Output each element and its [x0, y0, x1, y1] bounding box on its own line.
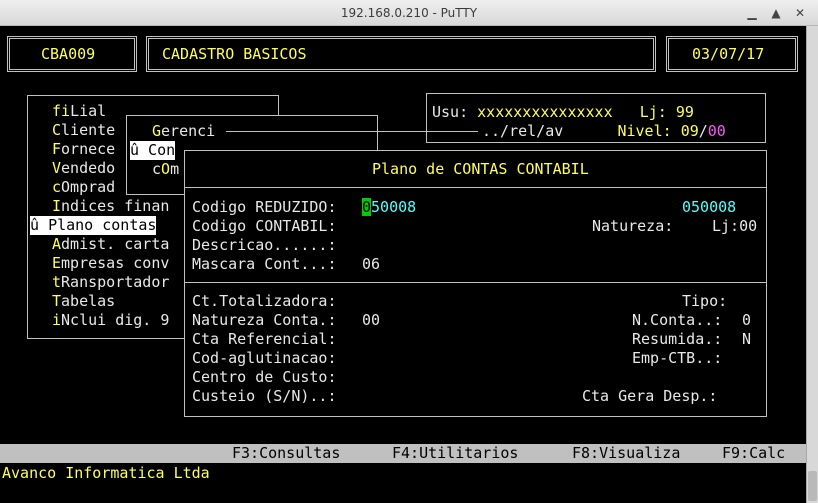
- cta-gera-desp-label: Cta Gera Desp.:: [582, 387, 718, 405]
- dialog-section-divider: [185, 282, 766, 283]
- scrollbar[interactable]: [806, 26, 818, 503]
- fkey-f9-calc[interactable]: F9:Calc: [722, 444, 785, 463]
- terminal-screen[interactable]: CBA009 CADASTRO BASICOS 03/07/17 fiLial …: [0, 26, 806, 503]
- mascara-value[interactable]: 06: [362, 255, 380, 274]
- dialog-title-divider: [185, 187, 766, 188]
- natureza-label: Natureza:: [592, 217, 674, 235]
- text-cursor: 0: [362, 198, 372, 216]
- centro-custo-label: Centro de Custo:: [192, 368, 337, 386]
- descricao-label: Descricao......:: [192, 236, 337, 254]
- cod-aglutinacao-label: Cod-aglutinacao:: [192, 349, 337, 367]
- fkey-f3-consultas[interactable]: F3:Consultas: [232, 444, 340, 463]
- menu-item-tabelas[interactable]: Tabelas: [52, 292, 115, 311]
- scrollbar-thumb[interactable]: [808, 471, 817, 501]
- custeio-label: Custeio (S/N)..:: [192, 387, 337, 405]
- natureza-conta-label: Natureza Conta.:: [192, 311, 337, 329]
- minimize-icon[interactable]: ▁: [742, 3, 762, 23]
- program-code: CBA009: [41, 45, 96, 63]
- resumida-label: Resumida.:: [632, 330, 723, 348]
- dialog-title: Plano de CONTAS CONTABIL: [372, 160, 589, 178]
- fkey-f4-utilitarios[interactable]: F4:Utilitarios: [392, 444, 518, 463]
- menu-item-fornecedor[interactable]: Fornece: [52, 140, 115, 159]
- user-line: Usu: xxxxxxxxxxxxxxx Lj: 99: [432, 103, 694, 121]
- close-icon[interactable]: ✕: [790, 3, 810, 23]
- menu-item-admist-carta[interactable]: Admist. carta: [52, 235, 169, 254]
- fkey-f8-visualiza[interactable]: F8:Visualiza: [572, 444, 680, 463]
- cod-reduzido-label: Codigo REDUZIDO:: [192, 198, 337, 216]
- cod-reduzido-field[interactable]: 050008: [362, 198, 416, 217]
- natureza-conta-value[interactable]: 00: [362, 311, 380, 330]
- mascara-label: Mascara Cont...:: [192, 255, 337, 273]
- menu-item-indices[interactable]: Indices finan: [52, 197, 169, 216]
- screen-title: CADASTRO BASICOS: [162, 45, 307, 63]
- tipo-label: Tipo:: [682, 292, 728, 310]
- menu-item-inclui-dig9[interactable]: iNclui dig. 9: [52, 311, 169, 330]
- submenu-item-contas-selected[interactable]: û Con: [130, 141, 176, 160]
- cta-referencial-label: Cta Referencial:: [192, 330, 337, 348]
- submenu-title: Gerenci: [152, 122, 216, 140]
- menu-item-empresas-conv[interactable]: Empresas conv: [52, 254, 169, 273]
- submenu-item-com[interactable]: cOm: [152, 160, 179, 179]
- menu-item-transportador[interactable]: tRansportador: [52, 273, 169, 292]
- window-title: 192.168.0.210 - PuTTY: [340, 6, 478, 20]
- menu-item-cliente[interactable]: Cliente: [52, 121, 115, 140]
- menu-item-comprador[interactable]: cOmprad: [52, 178, 115, 197]
- cod-reduzido-display: 050008: [682, 198, 737, 216]
- cod-contabil-label: Codigo CONTABIL:: [192, 217, 337, 235]
- menu-item-vendedor[interactable]: Vendedo: [52, 159, 115, 178]
- resumida-value[interactable]: N: [742, 330, 751, 349]
- n-conta-value[interactable]: 0: [742, 311, 751, 330]
- menu-item-filial[interactable]: fiLial: [52, 102, 106, 121]
- ct-totalizadora-label: Ct.Totalizadora:: [192, 292, 337, 310]
- status-line: Avanco Informatica Ltda: [2, 464, 210, 482]
- lj-field: Lj:00: [712, 217, 758, 235]
- n-conta-label: N.Conta..:: [632, 311, 723, 329]
- path-line: ../rel/av Nivel: 09/00: [482, 122, 726, 140]
- maximize-icon[interactable]: ▲: [766, 3, 786, 23]
- window-title-bar: 192.168.0.210 - PuTTY ▁ ▲ ✕: [0, 0, 818, 26]
- emp-ctb-label: Emp-CTB..:: [632, 349, 723, 367]
- menu-item-plano-contas-selected[interactable]: û Plano contas: [30, 216, 157, 235]
- screen-date: 03/07/17: [692, 45, 765, 63]
